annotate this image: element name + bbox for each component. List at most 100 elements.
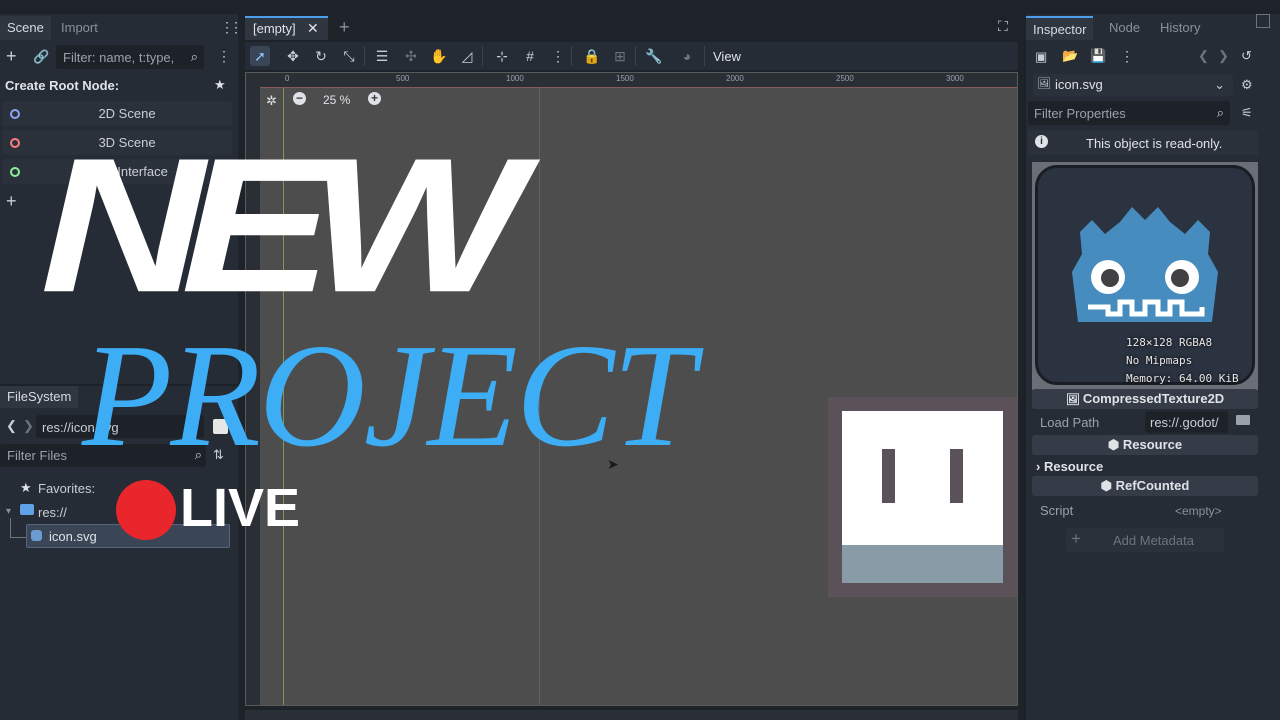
view-menu[interactable]: View	[713, 49, 741, 64]
pivot-tool-icon[interactable]: ✣	[401, 46, 421, 66]
robot-right-eye	[950, 449, 963, 503]
toolbar-separator	[364, 46, 365, 66]
pan-tool-icon[interactable]: ✋	[429, 46, 449, 66]
cube-icon: ⬢	[1107, 437, 1123, 452]
robot-left-eye	[882, 449, 895, 503]
save-icon[interactable]: 💾	[1090, 48, 1106, 64]
zoom-in-icon[interactable]: +	[368, 92, 381, 105]
file-label: icon.svg	[49, 529, 97, 544]
lock-icon[interactable]: 🔒	[582, 46, 602, 66]
resource-section-header: ⬢ Resource	[1032, 435, 1258, 455]
other-node-icon[interactable]: +	[6, 191, 17, 212]
chevron-down-icon: ⌄	[1214, 77, 1225, 92]
scene-tab-label: [empty]	[253, 21, 296, 36]
rotate-tool-icon[interactable]: ↻	[311, 46, 331, 66]
load-path-field[interactable]: res://.godot/	[1145, 411, 1228, 433]
ruler-tick: 500	[396, 74, 410, 83]
scene-filter-input[interactable]: Filter: name, t:type, ⌕	[56, 45, 204, 69]
refcounted-section-label: RefCounted	[1115, 478, 1190, 493]
class-header: 🖼 CompressedTexture2D	[1032, 389, 1258, 409]
tree-line	[10, 518, 11, 538]
tab-history[interactable]: History	[1153, 16, 1207, 40]
filter-properties-placeholder: Filter Properties	[1034, 106, 1126, 121]
load-path-label: Load Path	[1040, 415, 1100, 430]
texture-icon: 🖼	[1037, 78, 1051, 90]
tab-import[interactable]: Import	[54, 16, 105, 40]
godot-logo-icon	[1072, 207, 1218, 322]
history-forward-icon[interactable]: ❯	[1218, 48, 1229, 64]
toolbar-separator	[571, 46, 572, 66]
back-icon[interactable]: ❮	[6, 418, 17, 434]
new-resource-icon[interactable]: ▣	[1035, 49, 1047, 65]
smart-snap-icon[interactable]: ⊹	[492, 46, 512, 66]
inspector-menu-icon[interactable]: ⋮	[1120, 48, 1134, 65]
chevron-right-icon: ›	[1036, 459, 1044, 474]
script-label: Script	[1040, 503, 1074, 518]
close-icon[interactable]: ✕	[307, 20, 319, 37]
skeleton-icon[interactable]: 🔧	[644, 46, 664, 66]
script-value[interactable]: <empty>	[1175, 504, 1222, 518]
tab-empty-scene[interactable]: [empty] ✕	[245, 16, 328, 40]
horizontal-ruler: 0 500 1000 1500 2000 2500 3000	[246, 73, 1017, 87]
scene-menu-icon[interactable]: ⋮	[217, 48, 231, 65]
zoom-level[interactable]: 25 %	[323, 93, 350, 107]
ruler-tool-icon[interactable]: ◿	[457, 46, 477, 66]
link-icon[interactable]: 🔗	[33, 49, 49, 65]
move-tool-icon[interactable]: ✥	[283, 46, 303, 66]
resource-group[interactable]: › Resource	[1036, 459, 1103, 474]
resource-selector[interactable]: 🖼 icon.svg ⌄	[1033, 74, 1233, 96]
tree-line	[10, 537, 26, 538]
search-icon: ⌕	[1216, 105, 1224, 120]
center-view-icon[interactable]: ✲	[266, 93, 277, 109]
plus-icon: +	[1071, 529, 1081, 548]
add-node-icon[interactable]: +	[6, 47, 17, 65]
tab-node[interactable]: Node	[1102, 16, 1147, 40]
favorites-label: Favorites:	[38, 481, 96, 496]
zoom-out-icon[interactable]: −	[293, 92, 306, 105]
readonly-notice: i This object is read-only.	[1028, 130, 1258, 155]
group-icon[interactable]: ⊞	[610, 46, 630, 66]
new-tab-icon[interactable]: +	[339, 17, 350, 38]
collapse-arrow-icon[interactable]: ▾	[6, 506, 11, 517]
origin-x-axis	[260, 87, 1017, 88]
filter-properties-input[interactable]: Filter Properties ⌕	[1028, 101, 1230, 125]
scene-filter-placeholder: Filter: name, t:type,	[63, 50, 175, 65]
folder-icon[interactable]	[1236, 415, 1250, 425]
ruler-tick: 2500	[836, 74, 854, 83]
forward-icon[interactable]: ❯	[23, 418, 34, 434]
texture-icon: 🖼	[1065, 394, 1083, 406]
texture-preview: 128×128 RGBA8 No Mipmaps Memory: 64.00 K…	[1032, 162, 1258, 390]
grid-snap-icon[interactable]: #	[520, 46, 540, 66]
history-back-icon[interactable]: ❮	[1198, 48, 1209, 64]
object-properties-icon[interactable]: ⚙	[1241, 77, 1253, 93]
dock-options-icon[interactable]	[1256, 14, 1270, 28]
add-metadata-button[interactable]: + Add Metadata	[1066, 528, 1224, 552]
favorite-star-icon[interactable]: ★	[214, 77, 226, 93]
open-folder-icon[interactable]: 📂	[1062, 48, 1078, 64]
filter-files-placeholder: Filter Files	[7, 448, 67, 463]
texture-mipmaps: No Mipmaps	[1126, 354, 1193, 367]
refcounted-section-header: ⬢ RefCounted	[1032, 476, 1258, 496]
distraction-free-icon[interactable]: ⛶	[998, 18, 1008, 35]
canvas-toolbar	[245, 42, 1018, 70]
scale-tool-icon[interactable]: ⤡	[339, 46, 359, 66]
list-select-icon[interactable]: ☰	[372, 46, 392, 66]
texture-info: 128×128 RGBA8 No Mipmaps Memory: 64.00 K…	[1126, 334, 1239, 388]
tab-scene[interactable]: Scene	[0, 16, 51, 40]
tab-inspector[interactable]: Inspector	[1026, 16, 1094, 40]
select-tool-icon[interactable]: ➚	[250, 46, 270, 66]
history-icon[interactable]: ↺	[1241, 48, 1252, 64]
resource-group-label: Resource	[1043, 459, 1104, 474]
visibility-icon[interactable]: ◕	[677, 46, 697, 66]
title-bar	[0, 0, 1280, 14]
ruler-tick: 0	[285, 74, 290, 83]
property-options-icon[interactable]: ⚟	[1241, 105, 1253, 121]
resource-section-label: Resource	[1122, 437, 1183, 452]
live-dot	[116, 480, 176, 540]
res-root-label[interactable]: res://	[38, 505, 67, 520]
folder-icon	[20, 504, 34, 515]
tab-filesystem[interactable]: FileSystem	[0, 386, 79, 408]
scene-tabs-menu-icon[interactable]: ⋮	[229, 19, 243, 36]
cube-icon: ⬢	[1100, 478, 1116, 493]
snap-options-icon[interactable]: ⋮	[548, 46, 568, 66]
